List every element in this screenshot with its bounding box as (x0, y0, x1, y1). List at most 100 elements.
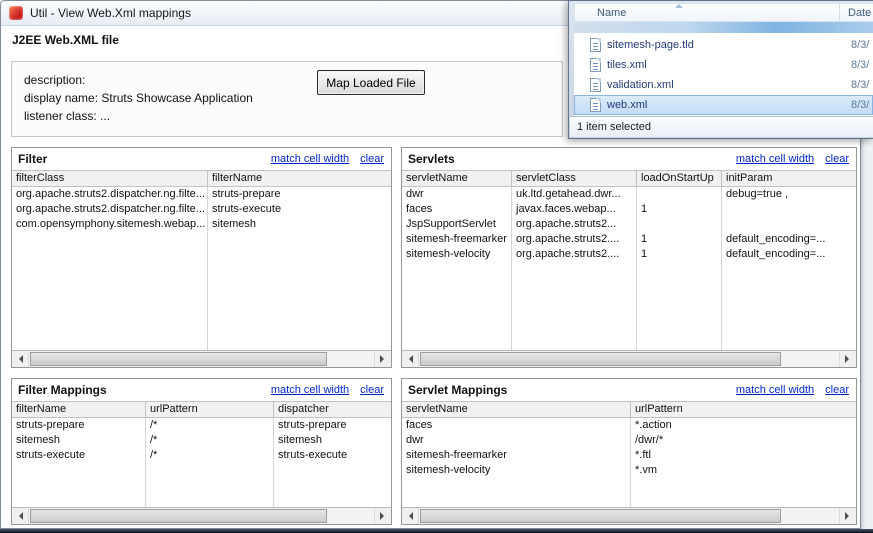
document-icon (590, 38, 601, 52)
horizontal-scrollbar[interactable] (12, 350, 391, 367)
col-loadOnStartUp[interactable]: loadOnStartUp (637, 170, 722, 187)
col-dispatcher[interactable]: dispatcher (274, 401, 391, 418)
map-loaded-file-button[interactable]: Map Loaded File (317, 70, 425, 95)
clear-link[interactable]: clear (360, 153, 384, 165)
status-bar: 1 item selected (570, 116, 873, 137)
scroll-thumb[interactable] (30, 509, 327, 523)
col-initParam[interactable]: initParam (722, 170, 856, 187)
col-urlPattern[interactable]: urlPattern (631, 401, 856, 418)
cell: sitemesh-freemarker (402, 232, 512, 247)
table-row[interactable]: struts-prepare /* struts-prepare (12, 418, 391, 433)
col-filterName[interactable]: filterName (12, 401, 146, 418)
filter-panel: Filter match cell width clear filterClas… (11, 147, 392, 368)
horizontal-scrollbar[interactable] (12, 507, 391, 524)
scroll-right-arrow-icon[interactable] (374, 351, 391, 367)
clear-link[interactable]: clear (360, 384, 384, 396)
table-row[interactable]: faces *.action (402, 418, 856, 433)
table-row[interactable]: sitemesh-velocity *.vm (402, 463, 856, 478)
scroll-left-arrow-icon[interactable] (12, 351, 29, 367)
scroll-left-arrow-icon[interactable] (12, 508, 29, 524)
file-row[interactable]: validation.xml 8/3/ (574, 75, 873, 95)
description-line: description: (24, 73, 86, 87)
cell: struts-prepare (278, 419, 347, 431)
cell: /dwr/* (635, 434, 664, 446)
table-row[interactable]: sitemesh-freemarker *.ftl (402, 448, 856, 463)
col-filterName[interactable]: filterName (208, 170, 391, 187)
document-icon (590, 78, 601, 92)
horizontal-scrollbar[interactable] (402, 507, 856, 524)
cell: JspSupportServlet (402, 217, 512, 232)
cell: dwr (402, 187, 512, 202)
horizontal-scrollbar[interactable] (402, 350, 856, 367)
cell: /* (146, 418, 274, 433)
col-filterClass[interactable]: filterClass (12, 170, 208, 187)
display-name-line: display name: Struts Showcase Applicatio… (24, 91, 253, 105)
explorer-window: Name Date sitemesh-page.tld 8/3/ tiles.x… (568, 0, 873, 139)
servlets-panel-header: Servlets match cell width clear (402, 148, 856, 170)
glass-streak (574, 22, 873, 33)
servlets-panel: Servlets match cell width clear servletN… (401, 147, 857, 368)
column-header-name[interactable]: Name (575, 7, 839, 19)
scroll-track[interactable] (419, 351, 839, 367)
scroll-right-arrow-icon[interactable] (839, 351, 856, 367)
col-servletClass[interactable]: servletClass (512, 170, 637, 187)
scroll-thumb[interactable] (30, 352, 327, 366)
table-row[interactable]: dwr /dwr/* (402, 433, 856, 448)
match-cell-width-link[interactable]: match cell width (736, 384, 814, 396)
cell: default_encoding=... (726, 248, 826, 260)
table-row[interactable]: org.apache.struts2.dispatcher.ng.filte..… (12, 202, 391, 217)
match-cell-width-link[interactable]: match cell width (271, 384, 349, 396)
table-filler (12, 463, 391, 507)
match-cell-width-link[interactable]: match cell width (736, 153, 814, 165)
scroll-right-arrow-icon[interactable] (374, 508, 391, 524)
cell: default_encoding=... (726, 233, 826, 245)
cell: 1 (637, 247, 722, 262)
scroll-right-arrow-icon[interactable] (839, 508, 856, 524)
servlet-mappings-table: servletName urlPattern faces *.action dw… (402, 401, 856, 507)
scroll-thumb[interactable] (420, 509, 782, 523)
panel-title: Filter (18, 152, 48, 166)
filter-mappings-table: filterName urlPattern dispatcher struts-… (12, 401, 391, 507)
col-servletName[interactable]: servletName (402, 170, 512, 187)
status-text: 1 item selected (577, 121, 651, 133)
cell: *.vm (635, 464, 657, 476)
file-row-selected[interactable]: web.xml 8/3/ (574, 95, 873, 115)
scroll-track[interactable] (29, 351, 374, 367)
panel-title: Filter Mappings (18, 383, 107, 397)
scroll-track[interactable] (29, 508, 374, 524)
scroll-track[interactable] (419, 508, 839, 524)
description-box: description: display name: Struts Showca… (11, 61, 563, 137)
servlet-mappings-panel: Servlet Mappings match cell width clear … (401, 378, 857, 525)
file-name: validation.xml (607, 79, 674, 91)
table-row[interactable]: faces javax.faces.webap... 1 (402, 202, 856, 217)
clear-link[interactable]: clear (825, 153, 849, 165)
cell: com.opensymphony.sitemesh.webap... (12, 217, 208, 232)
column-header-date[interactable]: Date (840, 7, 871, 19)
cell: *.action (635, 419, 672, 431)
page-heading: J2EE Web.XML file (12, 33, 119, 47)
table-row[interactable]: dwr uk.ltd.getahead.dwr... debug=true , (402, 187, 856, 202)
table-row[interactable]: sitemesh-velocity org.apache.struts2....… (402, 247, 856, 262)
file-date: 8/3/ (851, 99, 870, 111)
file-row[interactable]: sitemesh-page.tld 8/3/ (574, 35, 873, 55)
file-date: 8/3/ (851, 79, 870, 91)
file-name: web.xml (607, 99, 648, 111)
table-row[interactable]: org.apache.struts2.dispatcher.ng.filte..… (12, 187, 391, 202)
scroll-left-arrow-icon[interactable] (402, 508, 419, 524)
clear-link[interactable]: clear (825, 384, 849, 396)
file-name: tiles.xml (607, 59, 647, 71)
servlets-table: servletName servletClass loadOnStartUp i… (402, 170, 856, 350)
match-cell-width-link[interactable]: match cell width (271, 153, 349, 165)
col-servletName[interactable]: servletName (402, 401, 631, 418)
scroll-thumb[interactable] (420, 352, 782, 366)
table-row[interactable]: struts-execute /* struts-execute (12, 448, 391, 463)
table-row[interactable]: sitemesh /* sitemesh (12, 433, 391, 448)
scroll-left-arrow-icon[interactable] (402, 351, 419, 367)
file-row[interactable]: tiles.xml 8/3/ (574, 55, 873, 75)
table-row[interactable]: JspSupportServlet org.apache.struts2... (402, 217, 856, 232)
table-row[interactable]: sitemesh-freemarker org.apache.struts2..… (402, 232, 856, 247)
cell: struts-prepare (12, 418, 146, 433)
table-row[interactable]: com.opensymphony.sitemesh.webap... sitem… (12, 217, 391, 232)
document-icon (590, 58, 601, 72)
col-urlPattern[interactable]: urlPattern (146, 401, 274, 418)
